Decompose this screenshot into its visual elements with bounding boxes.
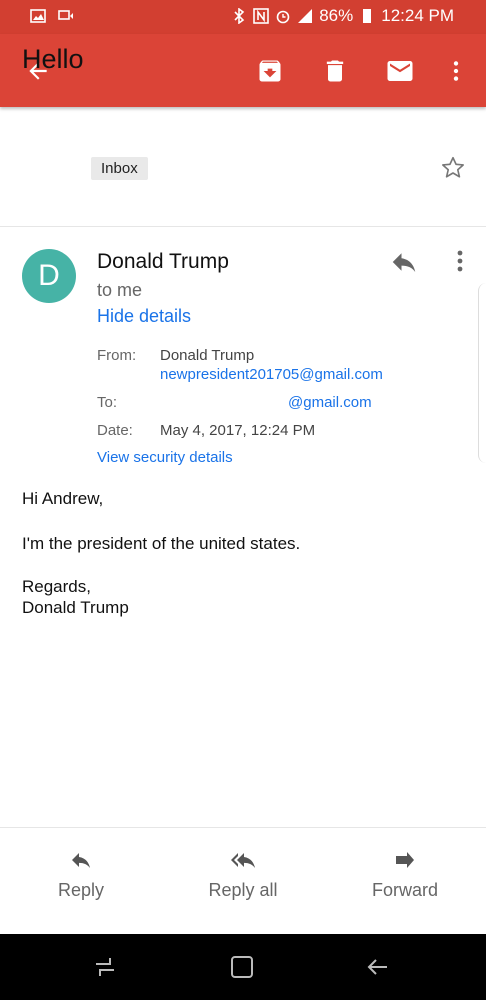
- bluetooth-icon: [231, 8, 247, 24]
- subject-row: [0, 108, 486, 227]
- reply-button[interactable]: Reply: [0, 828, 162, 935]
- forward-icon: [396, 852, 414, 868]
- sender-avatar[interactable]: D: [22, 249, 76, 303]
- forward-button[interactable]: Forward: [324, 828, 486, 935]
- hide-details-link[interactable]: Hide details: [97, 306, 191, 327]
- to-email-link[interactable]: @gmail.com: [288, 394, 372, 411]
- archive-button[interactable]: [250, 34, 290, 107]
- side-panel-handle[interactable]: [478, 283, 486, 463]
- reply-label: Reply: [57, 880, 105, 900]
- body-closing: Regards,: [22, 577, 91, 596]
- alarm-icon: [275, 8, 291, 24]
- reply-button-top[interactable]: [389, 247, 419, 282]
- recent-apps-icon: [96, 958, 114, 976]
- inbox-label-chip[interactable]: Inbox: [91, 157, 148, 180]
- forward-label: Forward: [371, 880, 438, 900]
- nfc-icon: [253, 8, 270, 24]
- reply-icon: [392, 253, 416, 272]
- gallery-notification-icon: [30, 8, 46, 24]
- reply-all-label: Reply all: [208, 880, 278, 900]
- clock-time: 12:24 PM: [381, 6, 454, 25]
- sender-name: Donald Trump: [97, 250, 229, 273]
- from-email-link[interactable]: newpresident201705@gmail.com: [160, 366, 383, 383]
- home-button[interactable]: [212, 934, 272, 1000]
- more-vert-icon: [453, 60, 459, 81]
- from-label: From:: [97, 347, 137, 364]
- body-signature: Donald Trump: [22, 598, 129, 617]
- email-subject: Hello: [22, 44, 84, 74]
- date-value: May 4, 2017, 12:24 PM: [160, 422, 316, 439]
- home-icon: [231, 956, 253, 978]
- from-name: Donald Trump: [160, 347, 255, 364]
- recipient-summary: to me: [97, 280, 143, 300]
- cast-notification-icon: [58, 8, 74, 24]
- body-greeting: Hi Andrew,: [22, 489, 104, 508]
- status-bar: 86% 12:24 PM: [0, 0, 486, 34]
- reply-all-icon: [231, 853, 255, 868]
- reply-all-button[interactable]: Reply all: [162, 828, 324, 935]
- recent-apps-button[interactable]: [75, 934, 135, 1000]
- body-line: I'm the president of the united states.: [22, 534, 301, 553]
- delete-icon: [326, 60, 344, 81]
- more-options-button[interactable]: [440, 34, 472, 107]
- mark-unread-icon: [387, 60, 413, 81]
- reply-icon: [72, 853, 90, 868]
- date-label: Date:: [97, 422, 133, 439]
- signal-icon: [297, 8, 313, 24]
- battery-icon: [359, 8, 375, 24]
- message-more-button[interactable]: [449, 248, 471, 279]
- star-outline-icon: [442, 156, 464, 178]
- view-security-details-link[interactable]: View security details: [97, 449, 233, 466]
- battery-percent: 86%: [319, 6, 354, 25]
- mark-unread-button[interactable]: [380, 34, 420, 107]
- back-arrow-icon: [367, 959, 387, 975]
- system-back-button[interactable]: [348, 934, 408, 1000]
- delete-button[interactable]: [315, 34, 355, 107]
- message-actions-bar: Reply Reply all Forward: [0, 827, 486, 935]
- archive-icon: [259, 60, 281, 81]
- more-vert-icon: [457, 250, 463, 272]
- star-button[interactable]: [439, 154, 467, 187]
- system-navigation-bar: [0, 934, 486, 1000]
- to-label: To:: [97, 394, 118, 411]
